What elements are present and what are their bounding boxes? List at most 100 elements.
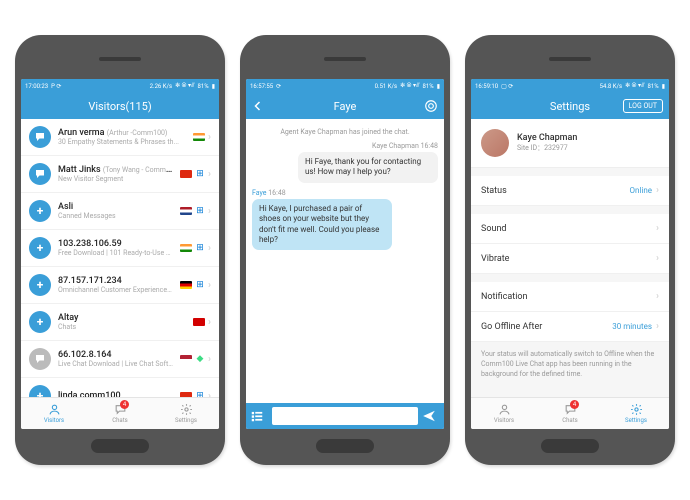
row-notification[interactable]: Notification › bbox=[471, 282, 669, 312]
menu-button[interactable] bbox=[250, 409, 268, 423]
msg-name: Faye bbox=[252, 189, 267, 197]
visitor-meta: ⊞› bbox=[180, 243, 211, 254]
row-label: Go Offline After bbox=[481, 322, 542, 332]
visitor-desc: Live Chat Download | Live Chat Softw... bbox=[58, 360, 173, 368]
header: Settings LOG OUT bbox=[471, 93, 669, 119]
settings-content: Kaye Chapman Site ID：232977 Status Onlin… bbox=[471, 119, 669, 397]
row-status[interactable]: Status Online› bbox=[471, 176, 669, 206]
visitor-desc: Free Download | 101 Ready-to-Use Liv... bbox=[58, 249, 173, 257]
visitor-meta: ⊞› bbox=[180, 206, 211, 217]
chevron-right-icon: › bbox=[208, 354, 211, 365]
row-value: Online bbox=[630, 186, 652, 195]
flag-icon bbox=[180, 281, 192, 289]
visitor-text: Arun verma (Arthur -Comm100)30 Empathy S… bbox=[58, 128, 186, 146]
status-p-icon: ▢ ⟳ bbox=[501, 83, 513, 90]
visitor-row[interactable]: 66.102.8.164Live Chat Download | Live Ch… bbox=[21, 341, 219, 378]
visitor-text: 66.102.8.164Live Chat Download | Live Ch… bbox=[58, 350, 173, 368]
tab-visitors[interactable]: Visitors bbox=[471, 398, 537, 429]
avatar bbox=[481, 129, 509, 157]
chevron-right-icon: › bbox=[656, 291, 659, 302]
visitor-desc: Canned Messages bbox=[58, 212, 173, 220]
os-icon: ⊞ bbox=[195, 206, 205, 216]
status-battery: 81% bbox=[198, 83, 209, 90]
row-sound[interactable]: Sound › bbox=[471, 214, 669, 244]
status-bar: 16:59:10▢ ⟳ 54.8 K/s✻ ⦾ ▾⫻81%▮ bbox=[471, 79, 669, 93]
visitor-meta: ⊞› bbox=[180, 169, 211, 180]
send-button[interactable] bbox=[422, 409, 440, 423]
visitor-icon: + bbox=[29, 385, 51, 397]
visitor-meta: › bbox=[193, 132, 211, 143]
header: Faye bbox=[246, 93, 444, 119]
battery-icon: ▮ bbox=[437, 83, 440, 90]
msg-time: 16:48 bbox=[268, 189, 285, 197]
row-offline[interactable]: Go Offline After 30 minutes› bbox=[471, 312, 669, 342]
tab-settings[interactable]: Settings bbox=[603, 398, 669, 429]
row-label: Notification bbox=[481, 292, 528, 302]
row-label: Vibrate bbox=[481, 254, 509, 264]
row-vibrate[interactable]: Vibrate › bbox=[471, 244, 669, 274]
tab-visitors[interactable]: Visitors bbox=[21, 398, 87, 429]
visitor-desc: Omnichannel Customer Experience P... bbox=[58, 286, 173, 294]
visitors-list[interactable]: Arun verma (Arthur -Comm100)30 Empathy S… bbox=[21, 119, 219, 397]
info-button[interactable] bbox=[424, 99, 438, 113]
message-input[interactable] bbox=[272, 407, 418, 425]
user-icon bbox=[498, 403, 511, 416]
visitor-name: 66.102.8.164 bbox=[58, 350, 173, 360]
back-button[interactable] bbox=[252, 100, 264, 112]
status-speed: 0.51 K/s bbox=[375, 83, 398, 90]
visitor-desc: 30 Empathy Statements & Phrases th... bbox=[58, 138, 186, 146]
visitor-icon: + bbox=[29, 311, 51, 333]
header-title: Settings bbox=[550, 100, 590, 113]
visitor-row[interactable]: +103.238.106.59Free Download | 101 Ready… bbox=[21, 230, 219, 267]
home-button[interactable] bbox=[91, 439, 149, 453]
visitor-row[interactable]: +AltayChats› bbox=[21, 304, 219, 341]
chevron-right-icon: › bbox=[656, 253, 659, 264]
flag-icon bbox=[180, 355, 192, 363]
os-icon: ⊞ bbox=[195, 169, 205, 179]
header: Visitors(115) bbox=[21, 93, 219, 119]
tab-bar: Visitors 4 Chats Settings bbox=[471, 397, 669, 429]
tab-label: Settings bbox=[625, 417, 647, 424]
screen-settings: 16:59:10▢ ⟳ 54.8 K/s✻ ⦾ ▾⫻81%▮ Settings … bbox=[471, 79, 669, 429]
flag-icon bbox=[180, 170, 192, 178]
tab-label: Visitors bbox=[44, 417, 64, 424]
status-time: 17:00:23 bbox=[25, 83, 48, 90]
phone-visitors: 17:00:23P ⟳ 2.26 K/s✻ ⦾ ▾⫻81%▮ Visitors(… bbox=[15, 35, 225, 465]
status-time: 16:57:55 bbox=[250, 83, 273, 90]
logout-button[interactable]: LOG OUT bbox=[623, 99, 663, 113]
tab-chats[interactable]: 4 Chats bbox=[537, 398, 603, 429]
status-icons: ✻ ⦾ ▾⫻ bbox=[400, 82, 419, 90]
home-button[interactable] bbox=[316, 439, 374, 453]
visitor-row[interactable]: Matt Jinks (Tony Wang - Comm1...New Visi… bbox=[21, 156, 219, 193]
tab-chats[interactable]: 4 Chats bbox=[87, 398, 153, 429]
row-value: 30 minutes bbox=[612, 322, 652, 331]
profile-row[interactable]: Kaye Chapman Site ID：232977 bbox=[471, 119, 669, 168]
chat-log[interactable]: Agent Kaye Chapman has joined the chat. … bbox=[246, 119, 444, 403]
visitor-icon bbox=[29, 348, 51, 370]
os-icon: ◆ bbox=[195, 354, 205, 364]
tab-settings[interactable]: Settings bbox=[153, 398, 219, 429]
visitor-row[interactable]: +linda comm100⊞› bbox=[21, 378, 219, 397]
msg-bubble: Hi Faye, thank you for contacting us! Ho… bbox=[298, 152, 438, 183]
visitor-desc: Chats bbox=[58, 323, 186, 331]
visitor-icon bbox=[29, 126, 51, 148]
section-gap bbox=[471, 168, 669, 176]
visitor-meta: ⊞› bbox=[180, 280, 211, 291]
status-speed: 2.26 K/s bbox=[150, 83, 173, 90]
battery-icon: ▮ bbox=[662, 83, 665, 90]
visitor-text: AsliCanned Messages bbox=[58, 202, 173, 220]
gear-icon bbox=[630, 403, 643, 416]
join-message: Agent Kaye Chapman has joined the chat. bbox=[252, 128, 438, 136]
home-button[interactable] bbox=[541, 439, 599, 453]
header-title: Visitors(115) bbox=[88, 100, 151, 113]
row-label: Status bbox=[481, 186, 507, 196]
visitor-row[interactable]: +AsliCanned Messages⊞› bbox=[21, 193, 219, 230]
visitor-row[interactable]: +87.157.171.234Omnichannel Customer Expe… bbox=[21, 267, 219, 304]
visitor-meta: ◆› bbox=[180, 354, 211, 365]
status-bar: 17:00:23P ⟳ 2.26 K/s✻ ⦾ ▾⫻81%▮ bbox=[21, 79, 219, 93]
visitor-name: Asli bbox=[58, 202, 173, 212]
visitor-text: AltayChats bbox=[58, 313, 186, 331]
chat-area: Agent Kaye Chapman has joined the chat. … bbox=[246, 119, 444, 429]
visitor-row[interactable]: Arun verma (Arthur -Comm100)30 Empathy S… bbox=[21, 119, 219, 156]
user-icon bbox=[48, 403, 61, 416]
